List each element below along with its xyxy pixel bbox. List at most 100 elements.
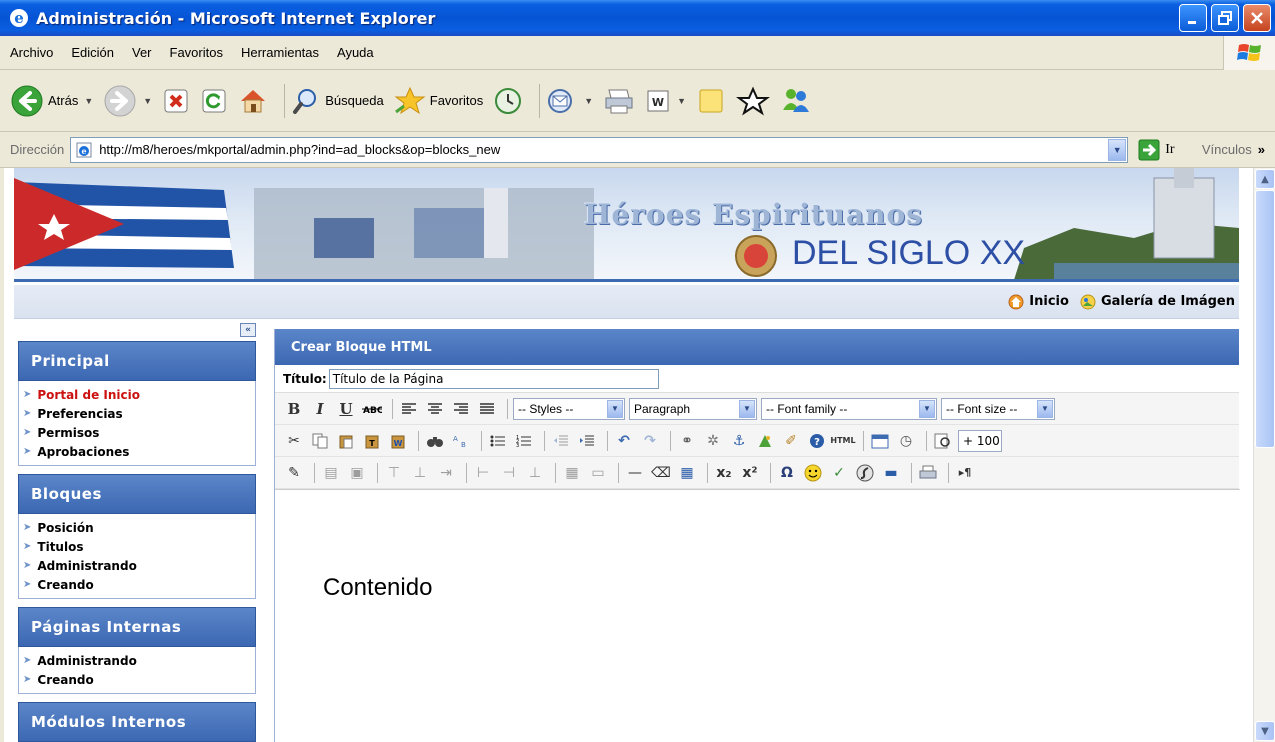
italic-button[interactable]: I xyxy=(309,398,331,420)
html-source-button[interactable]: HTML xyxy=(830,430,855,452)
styles-select[interactable]: -- Styles -- ▼ xyxy=(513,397,625,420)
row-props-button[interactable]: ▤ xyxy=(320,462,342,484)
copy-button[interactable] xyxy=(309,430,331,452)
menu-archivo[interactable]: Archivo xyxy=(10,45,53,60)
flash-button[interactable] xyxy=(854,462,876,484)
replace-button[interactable]: AB xyxy=(450,430,472,452)
emoticon-button[interactable] xyxy=(802,462,824,484)
outdent-button[interactable] xyxy=(550,430,572,452)
unlink-button[interactable]: ✲ xyxy=(702,430,724,452)
spellcheck-button[interactable]: ✓ xyxy=(828,462,850,484)
insert-col-after-button[interactable]: ⊣ xyxy=(498,462,520,484)
menu-ver[interactable]: Ver xyxy=(132,45,152,60)
favorites-button[interactable]: Favoritos xyxy=(394,86,483,116)
cell-props-button[interactable]: ▣ xyxy=(346,462,368,484)
indent-button[interactable] xyxy=(576,430,598,452)
align-justify-button[interactable] xyxy=(476,398,498,420)
title-input[interactable]: Título de la Página xyxy=(328,368,659,389)
scroll-up-button[interactable]: ▲ xyxy=(1255,169,1275,189)
bold-button[interactable]: B xyxy=(283,398,305,420)
split-cells-button[interactable]: ▦ xyxy=(561,462,583,484)
maximize-button[interactable] xyxy=(1211,4,1239,32)
stop-button[interactable] xyxy=(162,87,190,115)
find-button[interactable] xyxy=(424,430,446,452)
media-button[interactable]: ▬ xyxy=(880,462,902,484)
font-size-select[interactable]: -- Font size -- ▼ xyxy=(941,397,1055,420)
sidebar-item-paginas-administrando[interactable]: ➤ Administrando xyxy=(23,651,255,670)
collapse-sidebar-button[interactable]: « xyxy=(240,323,256,337)
font-family-select[interactable]: -- Font family -- ▼ xyxy=(761,397,937,420)
address-input[interactable]: e http://m8/heroes/mkportal/admin.php?in… xyxy=(70,136,1129,163)
undo-button[interactable]: ↶ xyxy=(613,430,635,452)
visual-aid-button[interactable]: ▦ xyxy=(676,462,698,484)
discuss-button[interactable] xyxy=(696,86,726,116)
image-button[interactable] xyxy=(754,430,776,452)
sidebar-item-titulos[interactable]: ➤ Titulos xyxy=(23,537,255,556)
merge-cells-button[interactable]: ▭ xyxy=(587,462,609,484)
menu-favoritos[interactable]: Favoritos xyxy=(170,45,223,60)
sidebar-item-aprobaciones[interactable]: ➤ Aprobaciones xyxy=(23,442,255,461)
menu-ayuda[interactable]: Ayuda xyxy=(337,45,374,60)
sidebar-item-permisos[interactable]: ➤ Permisos xyxy=(23,423,255,442)
sidebar-item-posicion[interactable]: ➤ Posición xyxy=(23,518,255,537)
nav-gallery-link[interactable]: Galería de Imágen xyxy=(1079,293,1235,311)
history-button[interactable] xyxy=(493,86,523,116)
sidebar-item-creando[interactable]: ➤ Creando xyxy=(23,575,255,594)
cleanup-button[interactable]: ✐ xyxy=(780,430,802,452)
link-button[interactable]: ⚭ xyxy=(676,430,698,452)
nav-home-link[interactable]: Inicio xyxy=(1007,293,1069,311)
redo-button[interactable]: ↷ xyxy=(639,430,661,452)
anchor-button[interactable]: ⚓ xyxy=(728,430,750,452)
insert-time-button[interactable]: ◷ xyxy=(895,430,917,452)
strikethrough-button[interactable]: ABC xyxy=(361,398,383,420)
preview-button[interactable] xyxy=(932,430,954,452)
help-button[interactable]: ? xyxy=(806,430,828,452)
sidebar-item-paginas-creando[interactable]: ➤ Creando xyxy=(23,670,255,689)
editor-content-area[interactable]: Contenido xyxy=(275,489,1240,742)
search-button[interactable]: Búsqueda xyxy=(291,86,384,116)
bullet-list-button[interactable] xyxy=(487,430,509,452)
format-select[interactable]: Paragraph ▼ xyxy=(629,397,757,420)
cut-button[interactable]: ✂ xyxy=(283,430,305,452)
chevron-down-icon[interactable]: ▼ xyxy=(1108,138,1127,161)
ltr-button[interactable]: ▸¶ xyxy=(954,462,976,484)
refresh-button[interactable] xyxy=(200,87,228,115)
paste-word-button[interactable]: W xyxy=(387,430,409,452)
special-char-button[interactable]: Ω xyxy=(776,462,798,484)
minimize-button[interactable] xyxy=(1179,4,1207,32)
insert-row-before-button[interactable]: ⊤ xyxy=(383,462,405,484)
forward-button[interactable]: ▼ xyxy=(103,84,152,118)
numbered-list-button[interactable]: 123 xyxy=(513,430,535,452)
underline-button[interactable]: U xyxy=(335,398,357,420)
title-bar[interactable]: e Administración - Microsoft Internet Ex… xyxy=(0,0,1275,36)
sidebar-item-administrando[interactable]: ➤ Administrando xyxy=(23,556,255,575)
horizontal-rule-button[interactable]: — xyxy=(624,462,646,484)
links-bar[interactable]: Vínculos » xyxy=(1202,142,1265,157)
mail-button[interactable]: ▼ xyxy=(546,87,593,115)
align-right-button[interactable] xyxy=(450,398,472,420)
chevron-down-icon[interactable]: ▼ xyxy=(143,96,152,106)
messenger-button[interactable] xyxy=(780,86,812,116)
insert-col-before-button[interactable]: ⊢ xyxy=(472,462,494,484)
back-button[interactable]: Atrás ▼ xyxy=(10,84,93,118)
print-button[interactable] xyxy=(603,86,635,116)
delete-row-button[interactable]: ⇥ xyxy=(435,462,457,484)
edit-button[interactable]: W ▼ xyxy=(645,88,686,114)
home-button[interactable] xyxy=(238,86,268,116)
align-left-button[interactable] xyxy=(398,398,420,420)
sidebar-item-portal-de-inicio[interactable]: ➤ Portal de Inicio xyxy=(23,385,255,404)
vertical-scrollbar[interactable]: ▲ ▼ xyxy=(1253,168,1275,742)
delete-col-button[interactable]: ⊥ xyxy=(524,462,546,484)
scroll-down-button[interactable]: ▼ xyxy=(1255,721,1275,741)
research-button[interactable] xyxy=(736,86,771,116)
paste-button[interactable] xyxy=(335,430,357,452)
go-button[interactable]: Ir xyxy=(1138,139,1175,161)
align-center-button[interactable] xyxy=(424,398,446,420)
paste-text-button[interactable]: T xyxy=(361,430,383,452)
insert-row-after-button[interactable]: ⊥ xyxy=(409,462,431,484)
superscript-button[interactable]: x² xyxy=(739,462,761,484)
close-button[interactable] xyxy=(1243,4,1271,32)
zoom-select[interactable]: + 100 xyxy=(958,429,1002,452)
sidebar-item-preferencias[interactable]: ➤ Preferencias xyxy=(23,404,255,423)
chevron-down-icon[interactable]: ▼ xyxy=(584,96,593,106)
